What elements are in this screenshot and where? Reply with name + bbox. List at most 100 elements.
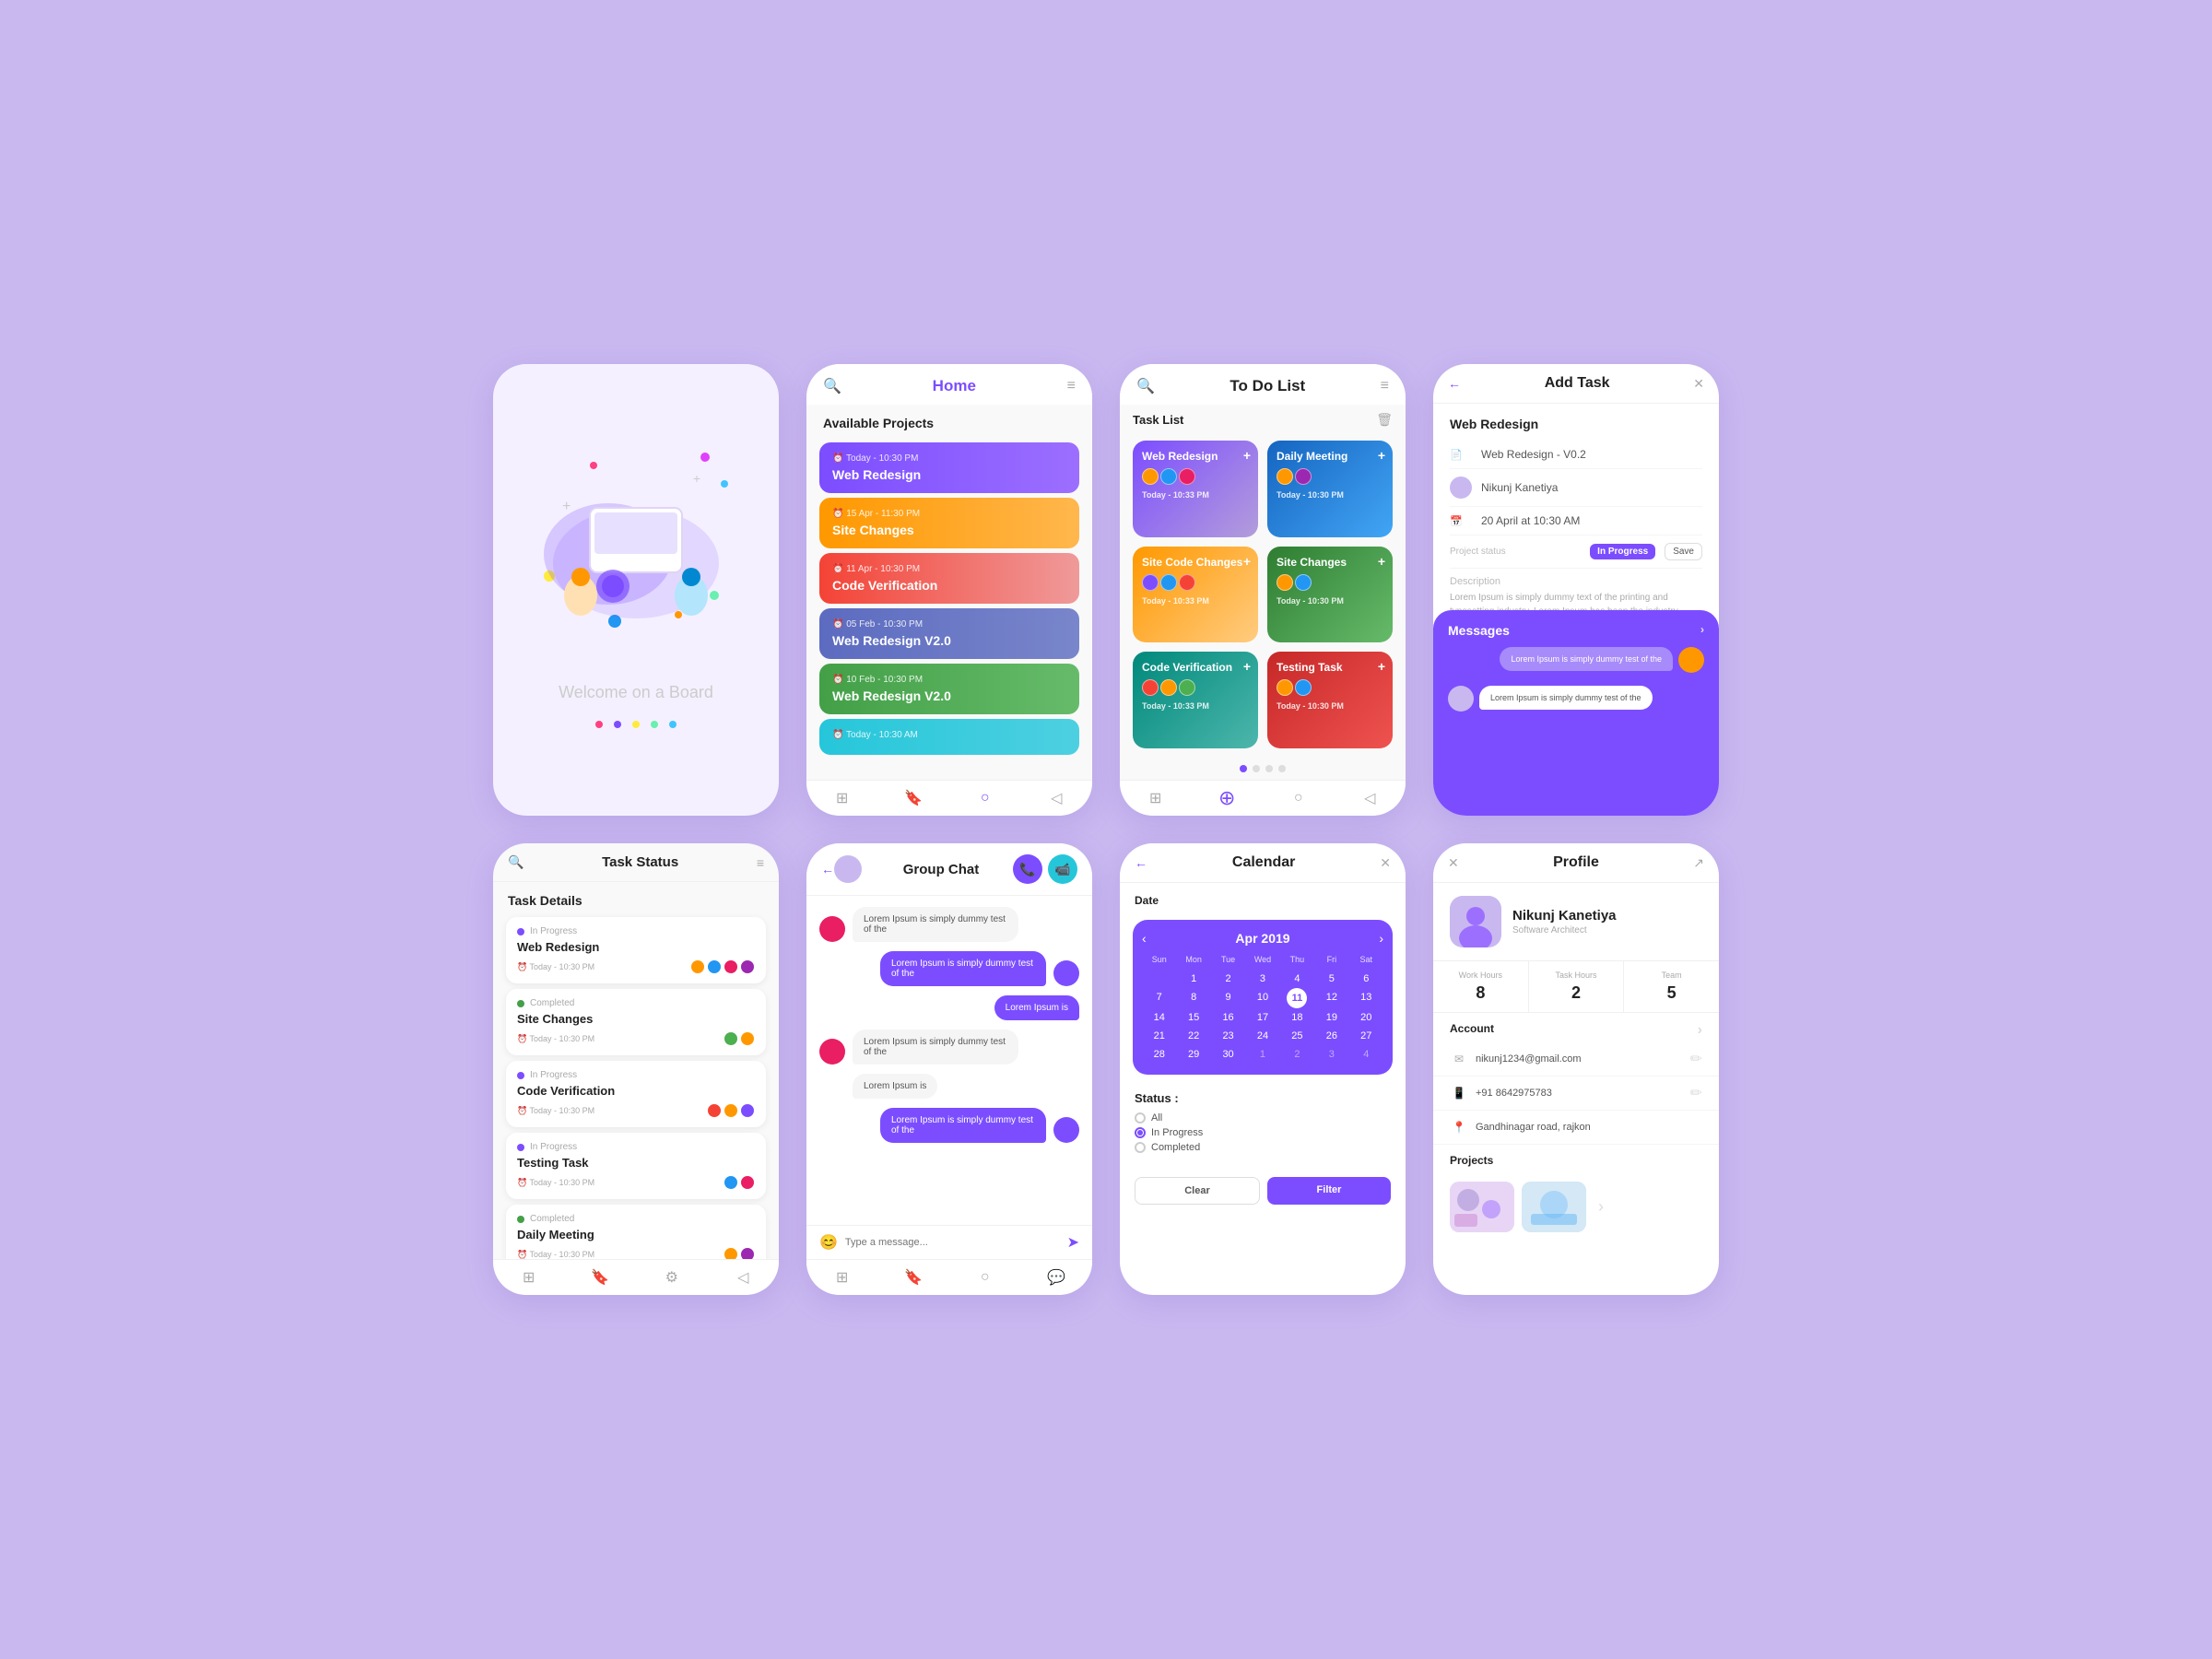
cal-day-28[interactable]: 28 — [1142, 1045, 1176, 1064]
profile-close-icon[interactable]: ✕ — [1448, 855, 1459, 871]
todo-card-6[interactable]: Testing Task Today - 10:30 PM + — [1267, 652, 1393, 748]
todo-card-4[interactable]: Site Changes Today - 10:30 PM + — [1267, 547, 1393, 643]
cal-day-2[interactable]: 2 — [1211, 970, 1245, 988]
cal-filter-btn[interactable]: Filter — [1267, 1177, 1391, 1205]
cal-day-may4[interactable]: 4 — [1349, 1045, 1383, 1064]
cal-clear-btn[interactable]: Clear — [1135, 1177, 1260, 1205]
radio-inprogress[interactable]: In Progress — [1135, 1127, 1391, 1138]
cal-day-9[interactable]: 9 — [1211, 988, 1245, 1008]
cal-day-grid[interactable]: 1 2 3 4 5 6 7 8 9 10 11 12 13 14 15 16 1… — [1142, 970, 1383, 1064]
cal-day-13[interactable]: 13 — [1349, 988, 1383, 1008]
todo-card-3[interactable]: Site Code Changes Today - 10:33 PM + — [1133, 547, 1258, 643]
nav-more-icon[interactable]: ◁ — [1046, 788, 1066, 808]
radio-inprogress-circle[interactable] — [1135, 1127, 1146, 1138]
nav-home-icon[interactable]: ○ — [975, 788, 995, 808]
cal-day-27[interactable]: 27 — [1349, 1027, 1383, 1045]
cal-day-18[interactable]: 18 — [1280, 1008, 1314, 1027]
chat-input-row[interactable]: 😊 ➤ — [806, 1225, 1092, 1259]
search-icon[interactable]: 🔍 — [823, 377, 841, 395]
cal-day-1[interactable]: 1 — [1176, 970, 1210, 988]
radio-all-circle[interactable] — [1135, 1112, 1146, 1124]
cal-day-19[interactable]: 19 — [1314, 1008, 1348, 1027]
cal-day-12[interactable]: 12 — [1314, 988, 1348, 1008]
todo-card-5[interactable]: Code Verification Today - 10:33 PM + — [1133, 652, 1258, 748]
todo-search-icon[interactable]: 🔍 — [1136, 377, 1155, 395]
project-card-3[interactable]: ⏰ 11 Apr - 10:30 PM Code Verification — [819, 553, 1079, 604]
project-card-2[interactable]: ⏰ 15 Apr - 11:30 PM Site Changes — [819, 498, 1079, 548]
call-btn[interactable]: 📞 — [1013, 854, 1042, 884]
todo-add-icon-3[interactable]: + — [1243, 554, 1251, 569]
addtask-close-icon[interactable]: ✕ — [1693, 376, 1704, 392]
todo-card-1[interactable]: Web Redesign Today - 10:33 PM + — [1133, 441, 1258, 537]
todo-add-icon-2[interactable]: + — [1378, 448, 1385, 463]
radio-completed[interactable]: Completed — [1135, 1142, 1391, 1153]
project-card-1[interactable]: ⏰ Today - 10:30 PM Web Redesign — [819, 442, 1079, 493]
cal-day-20[interactable]: 20 — [1349, 1008, 1383, 1027]
video-btn[interactable]: 📹 — [1048, 854, 1077, 884]
addtask-back-icon[interactable]: ← — [1448, 376, 1461, 391]
status-filter-icon[interactable]: ≡ — [757, 855, 764, 870]
status-search-icon[interactable]: 🔍 — [508, 854, 524, 870]
cal-day-22[interactable]: 22 — [1176, 1027, 1210, 1045]
gc-nav-home[interactable]: ○ — [975, 1267, 995, 1288]
ts-nav-grid[interactable]: ⊞ — [519, 1267, 539, 1288]
cal-day-25[interactable]: 25 — [1280, 1027, 1314, 1045]
chat-back-icon[interactable]: ← — [821, 862, 834, 877]
cal-day-may1[interactable]: 1 — [1245, 1045, 1279, 1064]
cal-day-8[interactable]: 8 — [1176, 988, 1210, 1008]
cal-back-icon[interactable]: ← — [1135, 855, 1147, 870]
nav-bookmark-icon[interactable]: 🔖 — [903, 788, 924, 808]
cal-next-month[interactable]: › — [1379, 931, 1383, 946]
todo-add-icon-5[interactable]: + — [1243, 659, 1251, 674]
project-card-6[interactable]: ⏰ Today - 10:30 AM — [819, 719, 1079, 755]
project-card-4[interactable]: ⏰ 05 Feb - 10:30 PM Web Redesign V2.0 — [819, 608, 1079, 659]
gc-nav-bookmark[interactable]: 🔖 — [903, 1267, 924, 1288]
todo-card-2[interactable]: Daily Meeting Today - 10:30 PM + — [1267, 441, 1393, 537]
cal-day-26[interactable]: 26 — [1314, 1027, 1348, 1045]
ts-nav-bookmark[interactable]: 🔖 — [590, 1267, 610, 1288]
more-projects-icon[interactable]: › — [1594, 1182, 1608, 1232]
cal-day-4[interactable]: 4 — [1280, 970, 1314, 988]
cal-day-11[interactable]: 11 — [1287, 988, 1307, 1008]
gc-nav-grid[interactable]: ⊞ — [832, 1267, 853, 1288]
todo-filter-icon[interactable]: ≡ — [1381, 378, 1389, 394]
cal-day-16[interactable]: 16 — [1211, 1008, 1245, 1027]
chat-emoji-icon[interactable]: 😊 — [819, 1233, 838, 1252]
project-thumb-2[interactable] — [1522, 1182, 1586, 1232]
todo-nav-more[interactable]: ◁ — [1359, 788, 1380, 808]
cal-day-23[interactable]: 23 — [1211, 1027, 1245, 1045]
todo-add-icon-6[interactable]: + — [1378, 659, 1385, 674]
nav-grid-icon[interactable]: ⊞ — [832, 788, 853, 808]
save-badge[interactable]: Save — [1665, 543, 1702, 560]
project-thumb-1[interactable] — [1450, 1182, 1514, 1232]
cal-day-10[interactable]: 10 — [1245, 988, 1279, 1008]
cal-day-3[interactable]: 3 — [1245, 970, 1279, 988]
todo-add-icon-4[interactable]: + — [1378, 554, 1385, 569]
chat-send-icon[interactable]: ➤ — [1067, 1233, 1079, 1252]
account-arrow-icon[interactable]: › — [1698, 1022, 1702, 1039]
todo-nav-add[interactable]: ⊕ — [1217, 788, 1237, 808]
cal-day-may3[interactable]: 3 — [1314, 1045, 1348, 1064]
todo-nav-home[interactable]: ○ — [1288, 788, 1309, 808]
profile-share-icon[interactable]: ↗ — [1693, 855, 1704, 871]
todo-add-icon-1[interactable]: + — [1243, 448, 1251, 463]
cal-day-29[interactable]: 29 — [1176, 1045, 1210, 1064]
cal-prev-month[interactable]: ‹ — [1142, 931, 1147, 946]
todo-nav-grid[interactable]: ⊞ — [1146, 788, 1166, 808]
email-edit-icon[interactable]: ✏ — [1690, 1050, 1702, 1068]
cal-day-may2[interactable]: 2 — [1280, 1045, 1314, 1064]
cal-day-14[interactable]: 14 — [1142, 1008, 1176, 1027]
cal-day-21[interactable]: 21 — [1142, 1027, 1176, 1045]
cal-close-icon[interactable]: ✕ — [1380, 855, 1391, 871]
cal-day-15[interactable]: 15 — [1176, 1008, 1210, 1027]
cal-day-5[interactable]: 5 — [1314, 970, 1348, 988]
gc-nav-chat[interactable]: 💬 — [1046, 1267, 1066, 1288]
project-card-5[interactable]: ⏰ 10 Feb - 10:30 PM Web Redesign V2.0 — [819, 664, 1079, 714]
ts-nav-settings[interactable]: ⚙ — [662, 1267, 682, 1288]
ts-nav-more[interactable]: ◁ — [733, 1267, 753, 1288]
filter-icon[interactable]: ≡ — [1067, 378, 1076, 394]
cal-day-30[interactable]: 30 — [1211, 1045, 1245, 1064]
cal-day-24[interactable]: 24 — [1245, 1027, 1279, 1045]
radio-all[interactable]: All — [1135, 1112, 1391, 1124]
cal-day-6[interactable]: 6 — [1349, 970, 1383, 988]
